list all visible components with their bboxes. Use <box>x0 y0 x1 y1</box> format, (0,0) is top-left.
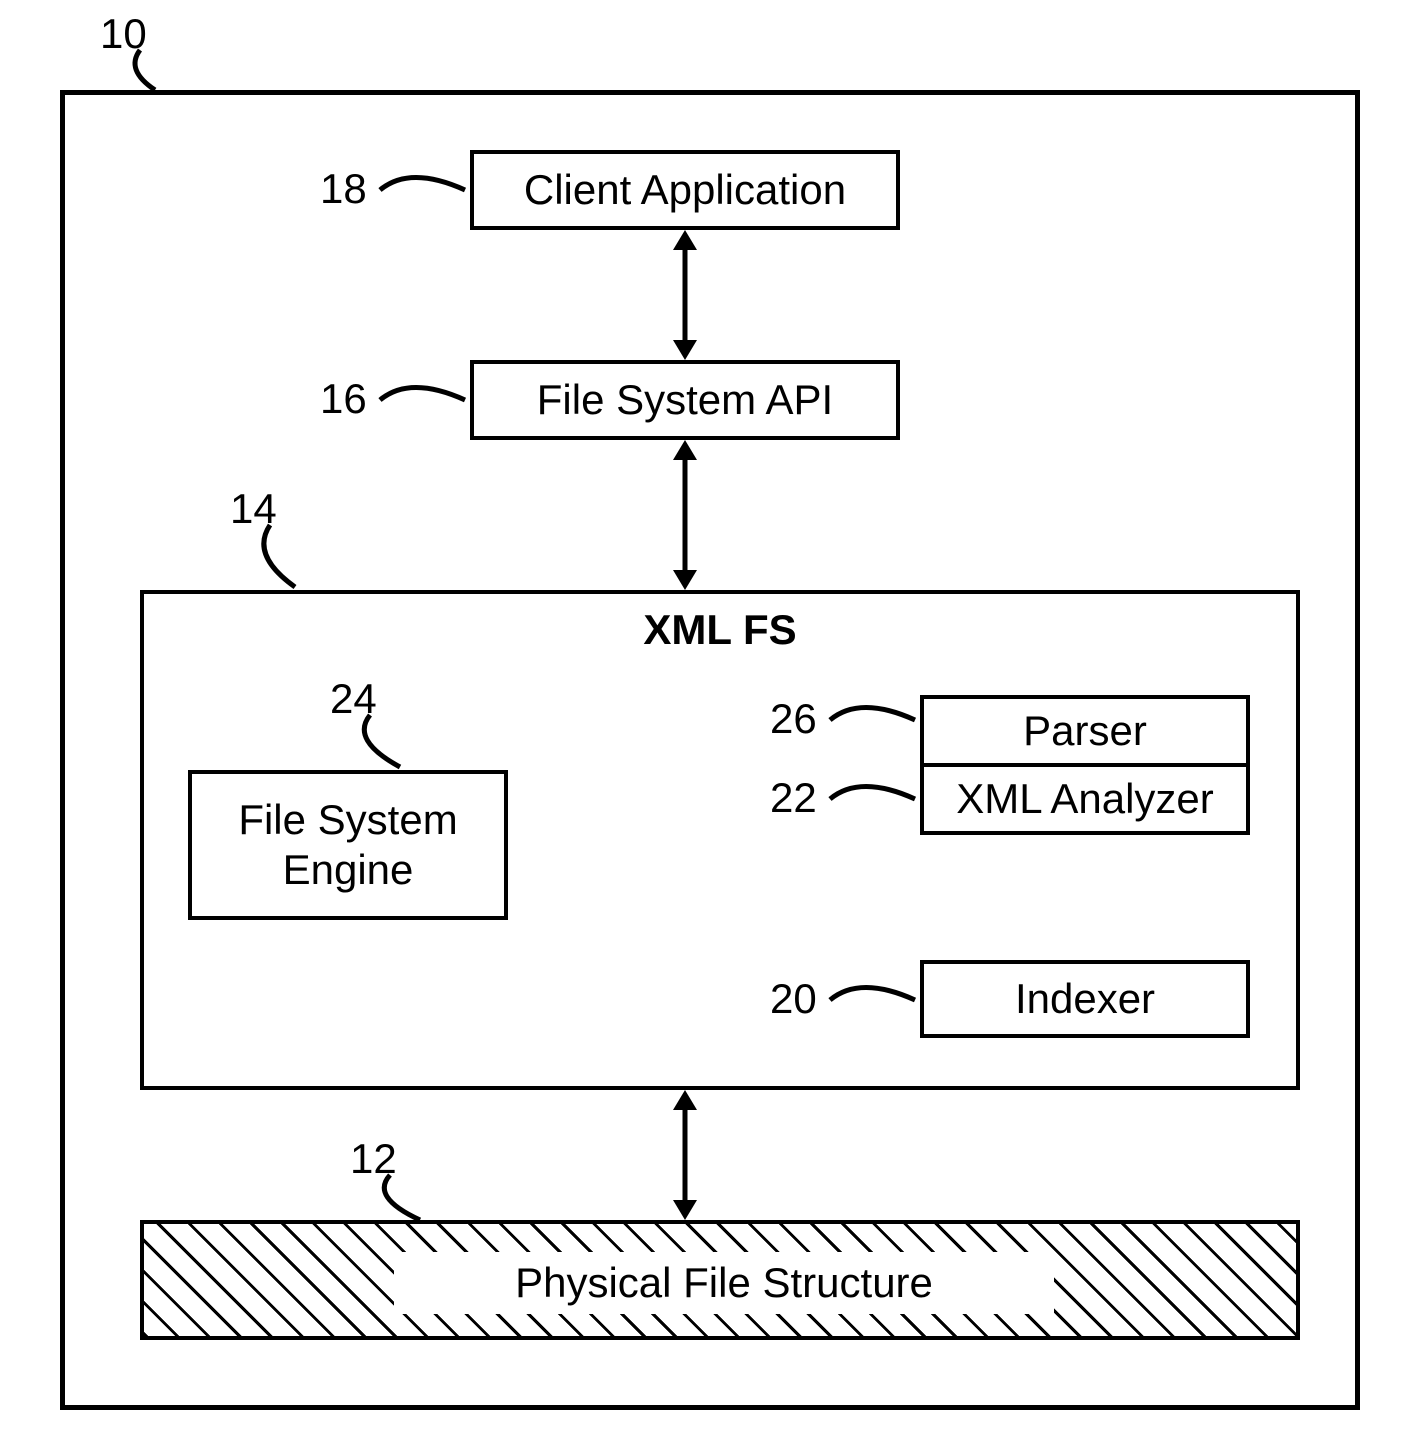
callout-16 <box>380 380 470 420</box>
file-system-api-label: File System API <box>537 375 833 425</box>
indexer-box: Indexer <box>920 960 1250 1038</box>
xml-analyzer-label: XML Analyzer <box>956 774 1214 824</box>
physical-file-structure-label: Physical File Structure <box>515 1258 933 1308</box>
label-20: 20 <box>770 975 817 1023</box>
client-application-label: Client Application <box>524 165 846 215</box>
label-18: 18 <box>320 165 367 213</box>
parser-label: Parser <box>1023 706 1147 756</box>
file-system-engine-label: File System Engine <box>238 795 457 896</box>
callout-18 <box>380 170 470 210</box>
callout-22 <box>830 779 920 819</box>
arrow-api-xmlfs <box>665 440 705 590</box>
callout-24 <box>350 715 430 775</box>
xml-fs-title: XML FS <box>144 606 1296 654</box>
label-26: 26 <box>770 695 817 743</box>
callout-26 <box>830 700 920 740</box>
physical-file-structure-inner: Physical File Structure <box>394 1252 1054 1314</box>
parser-box: Parser <box>920 695 1250 767</box>
xml-analyzer-box: XML Analyzer <box>920 763 1250 835</box>
client-application-box: Client Application <box>470 150 900 230</box>
callout-10 <box>120 50 200 100</box>
callout-14 <box>255 525 335 595</box>
arrow-client-api <box>665 230 705 360</box>
label-22: 22 <box>770 774 817 822</box>
callout-20 <box>830 980 920 1020</box>
arrow-xmlfs-physical <box>665 1090 705 1220</box>
indexer-label: Indexer <box>1015 974 1155 1024</box>
label-16: 16 <box>320 375 367 423</box>
physical-file-structure-box: Physical File Structure <box>140 1220 1300 1340</box>
file-system-api-box: File System API <box>470 360 900 440</box>
file-system-engine-box: File System Engine <box>188 770 508 920</box>
